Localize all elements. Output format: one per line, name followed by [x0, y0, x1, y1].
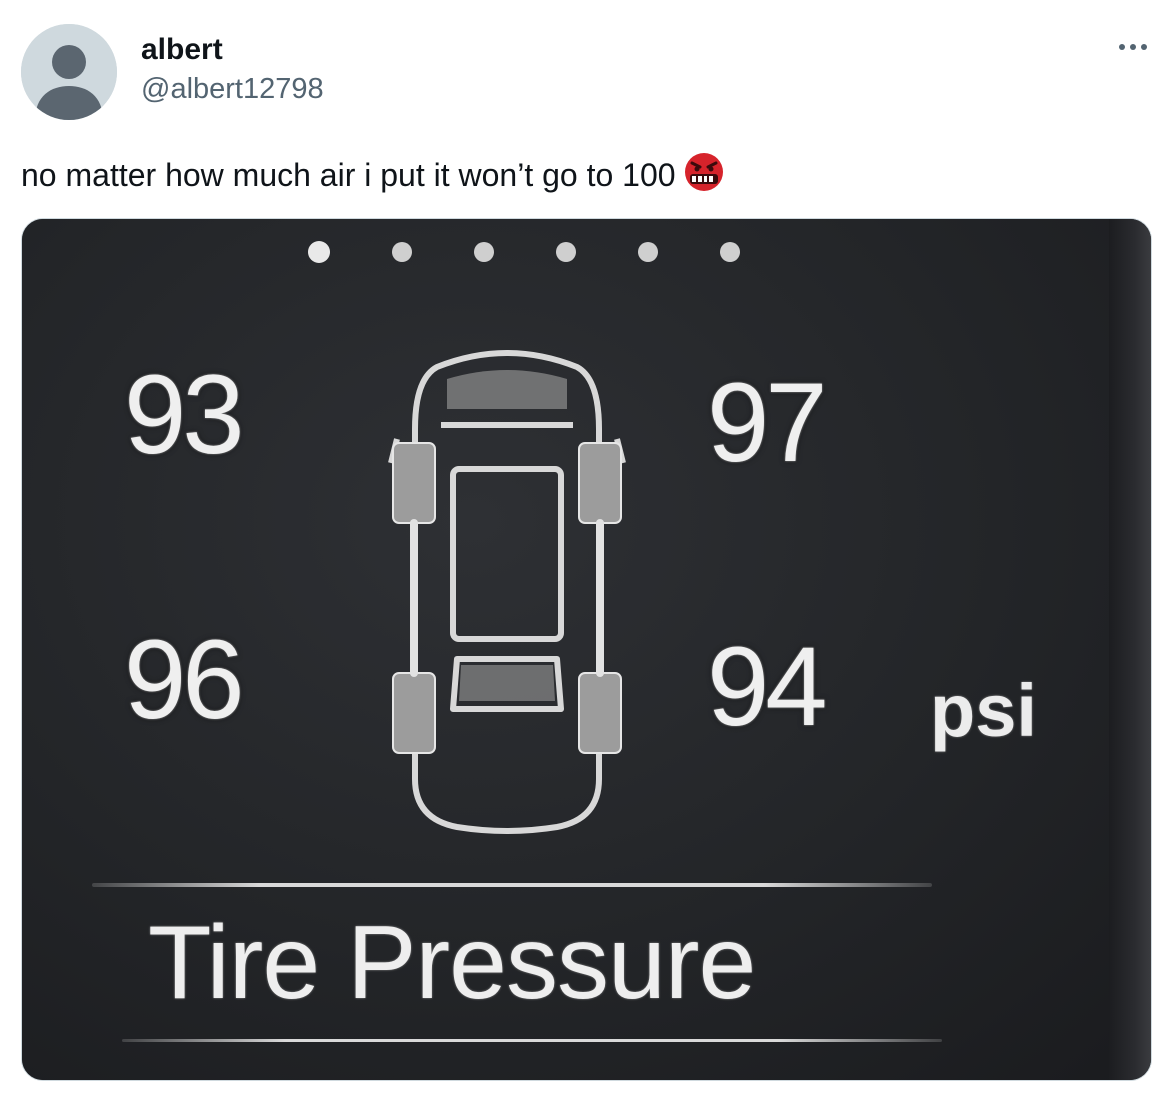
more-dot-icon: [1119, 44, 1125, 50]
tweet-photo[interactable]: 93 97 96 94 psi Tire Pressure: [21, 218, 1152, 1081]
page-dot: [720, 242, 740, 262]
author-handle[interactable]: @albert12798: [141, 72, 324, 106]
pressure-unit: psi: [930, 669, 1037, 752]
more-dot-icon: [1130, 44, 1136, 50]
default-profile-icon: [21, 24, 117, 120]
face-with-symbols-on-mouth-icon: [684, 153, 723, 191]
page-indicator-dots: [308, 241, 740, 263]
avatar[interactable]: [21, 24, 117, 120]
rear-right-pressure: 94: [707, 624, 828, 749]
page-dot: [392, 242, 412, 262]
page-dot: [638, 242, 658, 262]
more-options-button[interactable]: [1112, 33, 1154, 61]
page-dot-active: [308, 241, 330, 263]
title-divider-bottom: [122, 1039, 942, 1042]
tweet-text-content: no matter how much air i put it won’t go…: [21, 157, 676, 193]
title-divider-top: [92, 883, 932, 887]
car-top-view-icon: [388, 350, 626, 834]
tire-pressure-title: Tire Pressure: [148, 905, 756, 1021]
front-right-pressure: 97: [707, 360, 828, 485]
author-display-name[interactable]: albert: [141, 33, 223, 67]
more-dot-icon: [1141, 44, 1147, 50]
screen-bezel-edge: [1109, 219, 1151, 1080]
rear-left-pressure: 96: [124, 617, 245, 742]
tweet-text: no matter how much air i put it won’t go…: [21, 152, 726, 196]
page-dot: [474, 242, 494, 262]
front-left-pressure: 93: [124, 352, 245, 477]
page-dot: [556, 242, 576, 262]
